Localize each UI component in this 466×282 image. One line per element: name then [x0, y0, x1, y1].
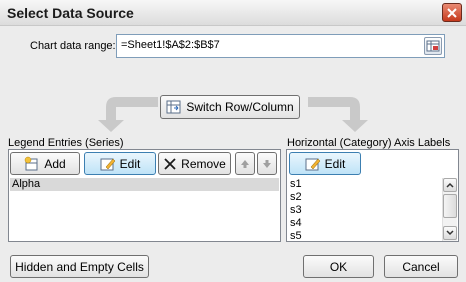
add-series-label: Add [44, 156, 66, 171]
axis-labels-heading: Horizontal (Category) Axis Labels [287, 137, 451, 149]
series-item-alpha[interactable]: Alpha [10, 178, 279, 191]
axis-label-item[interactable]: s2 [290, 191, 302, 204]
edit-series-button[interactable]: Edit [84, 152, 156, 175]
edit-icon [305, 156, 321, 172]
hidden-empty-cells-label: Hidden and Empty Cells [15, 259, 144, 274]
switch-row-column-icon [166, 99, 182, 115]
title-bar: Select Data Source [0, 0, 466, 26]
legend-entries-heading: Legend Entries (Series) [8, 137, 124, 149]
hidden-empty-cells-button[interactable]: Hidden and Empty Cells [10, 255, 149, 278]
cancel-button[interactable]: Cancel [384, 255, 458, 278]
ok-button[interactable]: OK [303, 255, 374, 278]
select-data-source-dialog: Select Data Source Chart data range: =Sh… [0, 0, 466, 282]
axis-label-item[interactable]: s4 [290, 217, 302, 230]
move-up-icon [241, 159, 249, 168]
close-icon [447, 7, 457, 18]
remove-series-button[interactable]: Remove [158, 152, 231, 175]
remove-series-label: Remove [181, 156, 226, 171]
switch-row-column-label: Switch Row/Column [186, 100, 294, 114]
scroll-up-button[interactable] [443, 178, 457, 192]
axis-label-item[interactable]: s1 [290, 178, 302, 191]
add-icon [24, 156, 40, 172]
chevron-up-icon [446, 182, 454, 188]
chart-range-label: Chart data range: [30, 40, 116, 52]
ok-label: OK [329, 259, 348, 274]
dialog-title: Select Data Source [7, 5, 134, 21]
close-button[interactable] [442, 3, 462, 22]
edit-icon [100, 156, 116, 172]
axis-label-item[interactable]: s3 [290, 204, 302, 217]
left-arrow-icon [98, 97, 158, 132]
scroll-thumb[interactable] [443, 194, 457, 218]
range-select-icon [426, 40, 440, 52]
edit-axis-labels-label: Edit [324, 156, 346, 171]
switch-row-column-button[interactable]: Switch Row/Column [160, 95, 300, 119]
move-down-button[interactable] [257, 152, 277, 175]
edit-series-label: Edit [119, 156, 141, 171]
right-arrow-icon [308, 97, 368, 132]
remove-icon [163, 157, 177, 171]
edit-axis-labels-button[interactable]: Edit [289, 152, 361, 175]
axis-labels-scrollbar[interactable] [442, 178, 457, 241]
scroll-down-button[interactable] [443, 226, 457, 240]
axis-label-item[interactable]: s5 [290, 230, 302, 243]
cancel-label: Cancel [402, 259, 440, 274]
collapse-dialog-button[interactable] [424, 37, 442, 55]
chart-range-input[interactable]: =Sheet1!$A$2:$B$7 [116, 34, 445, 58]
move-up-button[interactable] [235, 152, 255, 175]
add-series-button[interactable]: Add [10, 152, 80, 175]
chevron-down-icon [446, 230, 454, 236]
move-down-icon [263, 159, 271, 168]
